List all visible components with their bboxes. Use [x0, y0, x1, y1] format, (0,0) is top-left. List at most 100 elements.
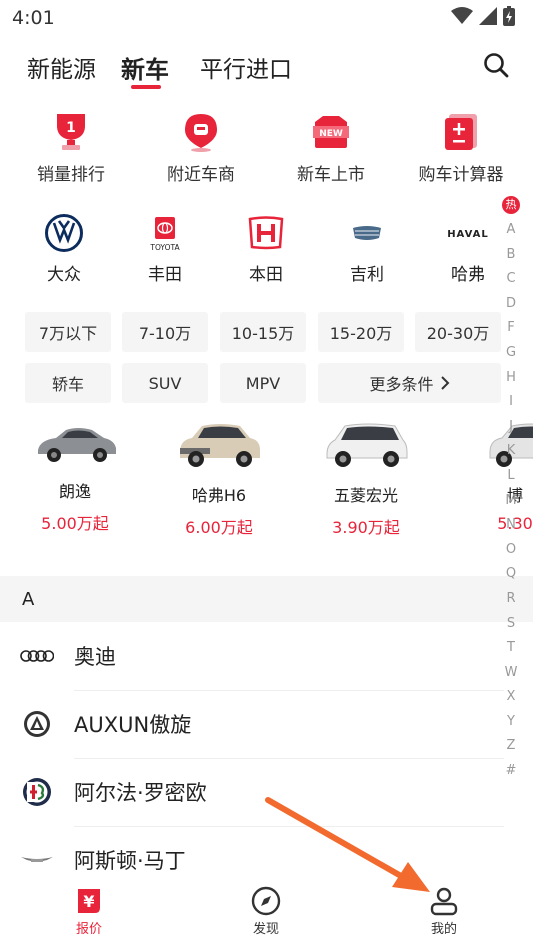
car-name: 哈弗H6: [191, 486, 247, 505]
index-letter[interactable]: J: [499, 415, 523, 440]
sedan-image: [38, 428, 116, 462]
new-badge-icon: NEW: [313, 116, 349, 148]
index-letter[interactable]: #: [499, 759, 523, 784]
brand-list-name: 阿斯顿·马丁: [74, 849, 186, 873]
tool-label: 新车上市: [297, 165, 365, 185]
brand-shortcuts: 大众 TOYOTA 丰田 本田 吉利 HAVAL 哈弗: [0, 208, 500, 288]
type-filter-chip[interactable]: SUV: [122, 363, 208, 403]
top-tab-bar: 新能源 新车 平行进口: [0, 36, 533, 96]
brand-toyota[interactable]: TOYOTA 丰田: [125, 208, 205, 285]
index-letter[interactable]: B: [499, 243, 523, 268]
index-letter[interactable]: D: [499, 292, 523, 317]
index-letter[interactable]: T: [499, 636, 523, 661]
tab-new-energy[interactable]: 新能源: [27, 50, 96, 84]
price-filter-chip[interactable]: 10-15万: [220, 312, 306, 352]
haval-wordmark: HAVAL: [447, 229, 489, 240]
index-letter[interactable]: Z: [499, 734, 523, 759]
search-icon[interactable]: [483, 52, 509, 78]
new-launches-button[interactable]: NEW 新车上市: [271, 112, 391, 185]
bottom-nav-bar: ¥ 报价 发现 我的: [0, 878, 533, 947]
wifi-icon: [451, 7, 473, 24]
car-price: 5.00万起: [41, 514, 109, 533]
brand-label: 吉利: [350, 265, 384, 285]
nav-price[interactable]: ¥ 报价: [49, 886, 129, 937]
index-letter[interactable]: Y: [499, 710, 523, 735]
brand-list-name: 奥迪: [74, 645, 116, 669]
index-letter[interactable]: S: [499, 612, 523, 637]
car-name: 五菱宏光: [333, 486, 398, 505]
index-letter[interactable]: A: [499, 218, 523, 243]
index-letter[interactable]: N: [499, 513, 523, 538]
car-calculator-button[interactable]: 购车计算器: [401, 112, 521, 185]
nav-mine-label: 我的: [430, 922, 457, 937]
nav-discover[interactable]: 发现: [226, 886, 306, 937]
compass-icon: [251, 886, 281, 916]
status-icons: [451, 6, 515, 26]
car-price: 3.90万起: [332, 518, 400, 537]
trophy-icon: 1: [57, 114, 85, 150]
car-card[interactable]: 哈弗H6 6.00万起: [159, 418, 279, 538]
index-letter[interactable]: H: [499, 366, 523, 391]
geely-logo-icon: [353, 226, 381, 240]
alphabet-index-bar[interactable]: 热 A B C D F G H I J K L M N O Q R S T W …: [499, 196, 523, 784]
tab-parallel-import[interactable]: 平行进口: [200, 50, 292, 84]
tool-label: 购车计算器: [418, 165, 504, 185]
haval-logo-icon: HAVAL: [447, 229, 489, 240]
car-price: 6.00万起: [185, 518, 253, 537]
status-bar: 4:01: [0, 0, 533, 36]
brand-geely[interactable]: 吉利: [327, 208, 407, 285]
index-letter[interactable]: K: [499, 439, 523, 464]
price-filter-chip[interactable]: 20-30万: [415, 312, 501, 352]
price-filter-chip[interactable]: 15-20万: [318, 312, 404, 352]
brand-haval[interactable]: HAVAL 哈弗: [428, 208, 508, 285]
index-letter[interactable]: Q: [499, 562, 523, 587]
index-letter[interactable]: W: [499, 661, 523, 686]
index-letter[interactable]: F: [499, 316, 523, 341]
index-letter[interactable]: G: [499, 341, 523, 366]
nearby-dealers-button[interactable]: 附近车商: [141, 112, 261, 185]
price-tag-icon: ¥: [78, 889, 100, 913]
car-card[interactable]: 朗逸 5.00万起: [15, 418, 135, 534]
suv-image: [180, 424, 260, 467]
index-letter[interactable]: X: [499, 685, 523, 710]
index-letter[interactable]: L: [499, 464, 523, 489]
brand-label: 哈弗: [451, 265, 485, 285]
price-tag-glyph: ¥: [83, 892, 94, 911]
sales-ranking-button[interactable]: 1 销量排行: [11, 112, 131, 185]
index-letter[interactable]: O: [499, 538, 523, 563]
tool-shortcuts: 1 销量排行 附近车商 NEW 新车上市 购车计算器: [0, 112, 533, 192]
section-header-a: A: [0, 576, 533, 622]
brand-label: 本田: [249, 265, 283, 285]
price-filter-chip[interactable]: 7-10万: [122, 312, 208, 352]
calculator-icon: [445, 114, 477, 150]
location-pin-icon: [185, 114, 217, 152]
price-filter-chip[interactable]: 7万以下: [25, 312, 111, 352]
more-filters-button[interactable]: 更多条件: [318, 363, 501, 403]
mpv-image: [326, 423, 408, 467]
index-letter[interactable]: C: [499, 267, 523, 292]
battery-icon: [503, 6, 515, 26]
index-letter[interactable]: M: [499, 489, 523, 514]
brand-honda[interactable]: 本田: [226, 208, 306, 285]
signal-icon: [479, 7, 497, 25]
honda-logo-icon: [248, 216, 284, 250]
hot-index-badge[interactable]: 热: [502, 196, 520, 214]
tool-label: 销量排行: [37, 165, 105, 185]
brand-volkswagen[interactable]: 大众: [24, 208, 104, 285]
toyota-wordmark: TOYOTA: [149, 243, 180, 252]
brand-list-item[interactable]: AUXUN傲旋: [0, 690, 533, 758]
brand-list-item[interactable]: 阿尔法·罗密欧: [0, 758, 533, 826]
alfa-romeo-logo-icon: [23, 778, 51, 806]
nav-mine[interactable]: 我的: [404, 886, 484, 937]
index-letter[interactable]: I: [499, 390, 523, 415]
section-letter: A: [22, 588, 35, 610]
car-card[interactable]: 五菱宏光 3.90万起: [306, 418, 426, 538]
tool-label: 附近车商: [167, 165, 235, 185]
index-letter[interactable]: R: [499, 587, 523, 612]
type-filter-chip[interactable]: MPV: [220, 363, 306, 403]
brand-list-item[interactable]: 奥迪: [0, 622, 533, 690]
toyota-logo-icon: TOYOTA: [149, 217, 181, 252]
profile-icon: [430, 887, 458, 916]
type-filter-chip[interactable]: 轿车: [25, 363, 111, 403]
tab-new-cars[interactable]: 新车: [121, 50, 169, 85]
